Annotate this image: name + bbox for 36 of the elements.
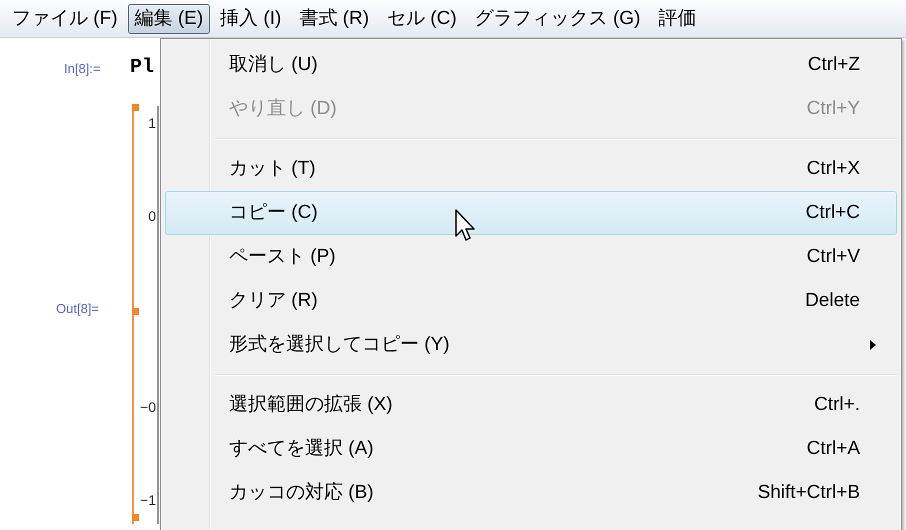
bracket-handle: [132, 308, 139, 315]
axis-tick-label: 0: [147, 207, 156, 226]
menu-item[interactable]: カット (T) Ctrl+X: [165, 147, 897, 191]
menu-bar-item[interactable]: 編集 (E): [128, 4, 210, 34]
output-label: Out[8]=: [56, 300, 99, 318]
input-label: In[8]:=: [64, 60, 100, 78]
menu-bar-item[interactable]: 挿入 (I): [212, 4, 290, 34]
menu-bar-item[interactable]: ファイル (F): [4, 4, 126, 34]
shortcut-label: Ctrl+.: [814, 392, 860, 417]
shortcut-label: Ctrl+X: [806, 156, 860, 181]
menu-bar-item[interactable]: 書式 (R): [291, 4, 378, 34]
input-code: Pl: [130, 55, 154, 81]
axis-tick-label: −1: [139, 491, 156, 510]
shortcut-label: Delete: [805, 288, 860, 313]
menu-item[interactable]: すべてを選択 (A) Ctrl+A: [165, 427, 897, 471]
shortcut-label: Shift+Ctrl+B: [758, 480, 860, 505]
menu-item[interactable]: コピー (C) Ctrl+C: [165, 191, 897, 235]
shortcut-label: Ctrl+Z: [808, 52, 860, 77]
menu-item[interactable]: 選択範囲の拡張 (X) Ctrl+.: [165, 383, 897, 427]
menu-item[interactable]: 取消し (U) Ctrl+Z: [165, 43, 897, 87]
menu-item[interactable]: クリア (R) Delete: [165, 279, 897, 323]
bracket-handle: [132, 104, 139, 111]
menu-item[interactable]: カッコの対応 (B) Shift+Ctrl+B: [165, 471, 897, 515]
mouse-cursor-icon: [455, 209, 477, 243]
axis-tick-label: −0: [139, 398, 156, 417]
menu-bar-item[interactable]: 評価: [650, 4, 704, 34]
axis-tick-label: 1: [147, 114, 156, 133]
menu-item[interactable]: ペースト (P) Ctrl+V: [165, 235, 897, 279]
shortcut-label: Ctrl+A: [806, 436, 860, 461]
shortcut-label: Ctrl+V: [806, 244, 860, 269]
menu-bar-item[interactable]: グラフィックス (G): [466, 4, 648, 34]
bracket-handle: [132, 514, 139, 521]
shortcut-label: Ctrl+Y: [806, 96, 860, 121]
shortcut-label: Ctrl+C: [806, 200, 860, 225]
menu-item[interactable]: 形式を選択してコピー (Y): [165, 323, 897, 367]
menu-bar-item[interactable]: セル (C): [379, 4, 465, 34]
